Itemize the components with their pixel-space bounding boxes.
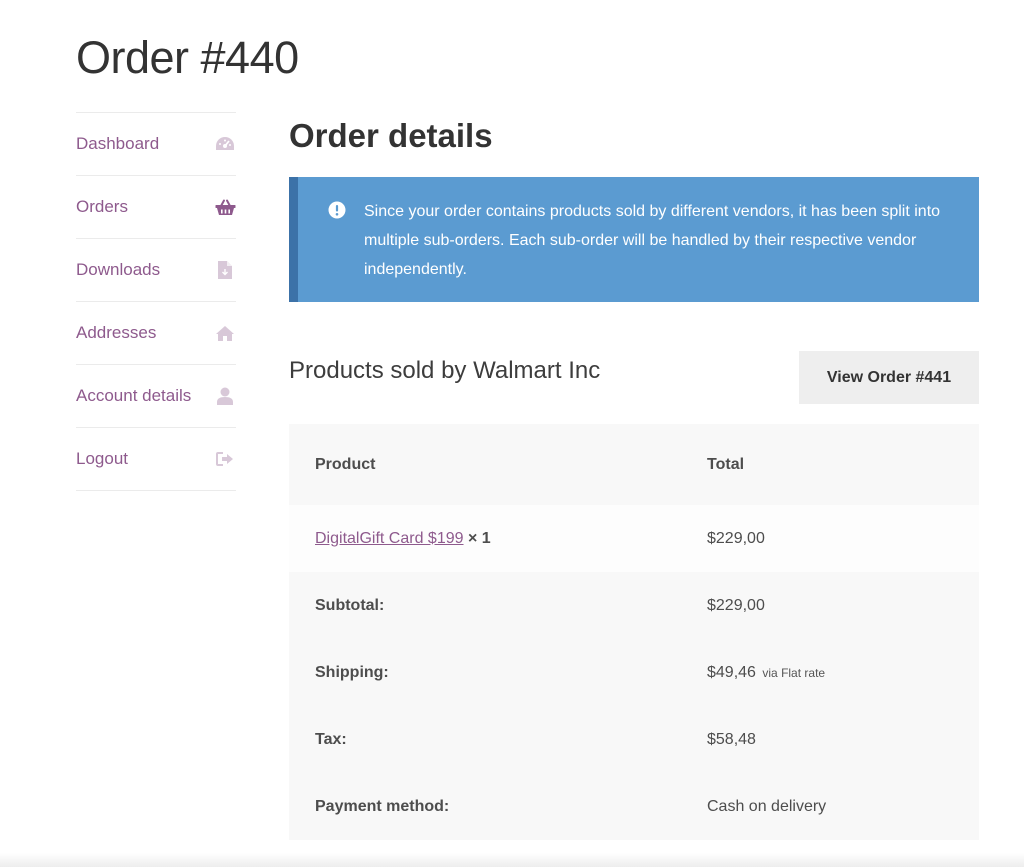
info-notice: Since your order contains products sold … xyxy=(289,177,979,302)
subtotal-label: Subtotal: xyxy=(289,572,681,639)
subtotal-value: $229,00 xyxy=(681,572,979,639)
table-row-payment-method: Payment method: Cash on delivery xyxy=(289,773,979,840)
payment-method-label: Payment method: xyxy=(289,773,681,840)
product-cell: DigitalGift Card $199 × 1 xyxy=(289,505,681,572)
sidebar-item-label: Downloads xyxy=(76,260,161,279)
vendor-header: Products sold by Walmart Inc View Order … xyxy=(289,351,979,404)
page-title: Order #440 xyxy=(76,32,299,83)
sidebar-item-logout[interactable]: Logout xyxy=(76,428,236,491)
product-total: $229,00 xyxy=(681,505,979,572)
sidebar-item-dashboard[interactable]: Dashboard xyxy=(76,113,236,176)
section-title: Order details xyxy=(289,117,493,154)
table-row-subtotal: Subtotal: $229,00 xyxy=(289,572,979,639)
shipping-label: Shipping: xyxy=(289,639,681,706)
sidebar-item-account-details[interactable]: Account details xyxy=(76,365,236,428)
view-order-button[interactable]: View Order #441 xyxy=(799,351,979,404)
tax-value: $58,48 xyxy=(681,706,979,773)
shopping-basket-icon xyxy=(214,196,236,218)
viewport-bottom-shadow xyxy=(0,853,1024,867)
file-download-icon xyxy=(214,259,236,281)
main-content: Order details Since your order contains … xyxy=(289,108,979,840)
payment-method-value: Cash on delivery xyxy=(681,773,979,840)
product-link[interactable]: DigitalGift Card $199 xyxy=(315,530,464,547)
sidebar-item-orders[interactable]: Orders xyxy=(76,176,236,239)
account-navigation: Dashboard Orders Downloads Addresses Acc… xyxy=(76,112,236,491)
sidebar-item-label: Account details xyxy=(76,386,192,405)
shipping-value: $49,46 xyxy=(707,663,756,681)
sidebar-item-label: Orders xyxy=(76,197,128,216)
product-quantity: × 1 xyxy=(467,529,491,547)
column-header-product: Product xyxy=(289,424,681,505)
sign-out-icon xyxy=(214,448,236,470)
sidebar-item-label: Dashboard xyxy=(76,134,160,153)
table-row: DigitalGift Card $199 × 1 $229,00 xyxy=(289,505,979,572)
shipping-cell: $49,46 via Flat rate xyxy=(681,639,979,706)
table-header-row: Product Total xyxy=(289,424,979,505)
home-icon xyxy=(214,322,236,344)
dashboard-gauge-icon xyxy=(214,133,236,155)
column-header-total: Total xyxy=(681,424,979,505)
tax-label: Tax: xyxy=(289,706,681,773)
sidebar-item-label: Logout xyxy=(76,449,128,468)
sidebar-item-downloads[interactable]: Downloads xyxy=(76,239,236,302)
table-row-shipping: Shipping: $49,46 via Flat rate xyxy=(289,639,979,706)
sidebar-item-addresses[interactable]: Addresses xyxy=(76,302,236,365)
shipping-method-note: via Flat rate xyxy=(762,665,826,680)
vendor-title: Products sold by Walmart Inc xyxy=(289,356,601,384)
table-row-tax: Tax: $58,48 xyxy=(289,706,979,773)
exclamation-circle-icon xyxy=(328,201,346,219)
sidebar-item-label: Addresses xyxy=(76,323,157,342)
user-icon xyxy=(214,385,236,407)
notice-text: Since your order contains products sold … xyxy=(364,203,941,278)
order-table: Product Total DigitalGift Card $199 × 1 … xyxy=(289,424,979,840)
